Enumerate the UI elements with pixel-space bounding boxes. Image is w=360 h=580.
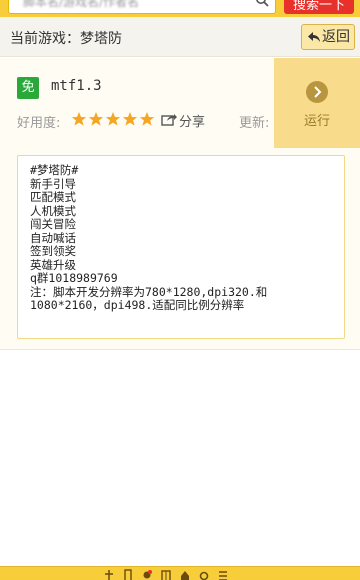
settings-icon[interactable] xyxy=(199,568,209,580)
search-icon[interactable] xyxy=(255,0,269,7)
description-box: #梦塔防# 新手引导 匹配模式 人机模式 闯关冒险 自动喊话 签到领奖 英雄升级… xyxy=(17,155,345,339)
script-name: mtf1.3 xyxy=(51,78,102,94)
rating-label: 好用度: xyxy=(17,116,61,131)
top-bar: 脚本名/游戏名/作者名 搜索一下 xyxy=(0,0,360,17)
share-label: 分享 xyxy=(179,115,206,130)
bottom-toolbar xyxy=(0,566,360,580)
run-label: 运行 xyxy=(303,114,330,129)
home-icon[interactable] xyxy=(180,568,190,580)
back-arrow-icon xyxy=(308,32,320,42)
star-icon xyxy=(122,112,138,126)
update-label: 更新: xyxy=(239,116,270,131)
notification-icon[interactable] xyxy=(142,568,152,580)
share-icon xyxy=(161,114,177,126)
script-card: 免 mtf1.3 好用度: 分享 更新: 运行 #梦塔防# 新手引导 匹配模式 … xyxy=(0,58,360,350)
phone-icon[interactable] xyxy=(123,568,133,580)
run-button[interactable]: 运行 xyxy=(274,58,360,148)
play-circle-icon xyxy=(306,81,328,103)
description-text: #梦塔防# 新手引导 匹配模式 人机模式 闯关冒险 自动喊话 签到领奖 英雄升级… xyxy=(30,163,268,312)
star-icon xyxy=(105,112,121,126)
back-button[interactable]: 返回 xyxy=(301,24,355,50)
grid-icon[interactable] xyxy=(161,568,171,580)
menu-icon[interactable] xyxy=(218,568,228,580)
share-button[interactable]: 分享 xyxy=(161,111,205,130)
current-game-bar: 当前游戏：梦塔防 返回 xyxy=(0,17,360,57)
search-button[interactable]: 搜索一下 xyxy=(284,0,354,14)
star-icon xyxy=(88,112,104,126)
current-game-label: 当前游戏：梦塔防 xyxy=(10,31,122,47)
search-placeholder: 脚本名/游戏名/作者名 xyxy=(23,0,140,9)
rating-stars xyxy=(71,111,155,127)
star-icon xyxy=(139,112,155,126)
back-label: 返回 xyxy=(322,29,350,45)
star-icon xyxy=(71,112,87,126)
tool-icon[interactable] xyxy=(104,568,114,580)
search-input[interactable]: 脚本名/游戏名/作者名 xyxy=(8,0,276,14)
free-badge: 免 xyxy=(17,77,39,99)
